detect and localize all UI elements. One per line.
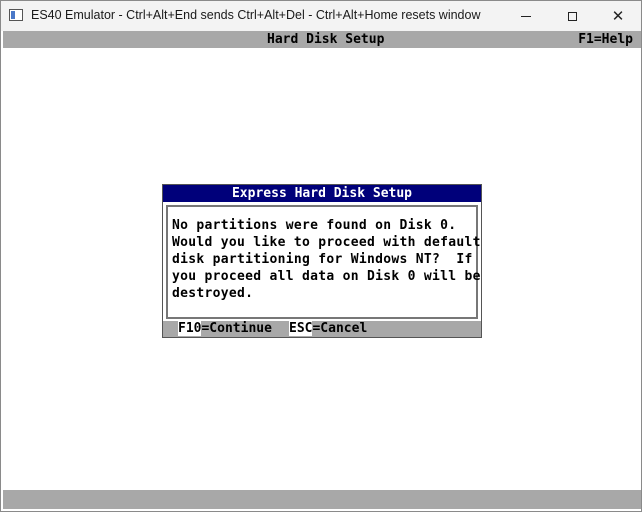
esc-key: ESC [289, 321, 313, 336]
cancel-label: =Cancel [312, 321, 368, 336]
window-title: ES40 Emulator - Ctrl+Alt+End sends Ctrl+… [31, 8, 481, 22]
message-line: No partitions were found on Disk 0. [172, 218, 457, 233]
continue-key-hint[interactable]: F10=Continue [178, 321, 272, 337]
setup-status-bar [3, 490, 641, 509]
emulator-screen[interactable]: Hard Disk Setup F1=Help Express Hard Dis… [1, 31, 641, 511]
dialog-message-box: No partitions were found on Disk 0. Woul… [166, 205, 481, 319]
window-titlebar[interactable]: ES40 Emulator - Ctrl+Alt+End sends Ctrl+… [1, 1, 641, 31]
minimize-icon [521, 15, 531, 17]
app-icon [9, 9, 23, 21]
setup-header-bar: Hard Disk Setup F1=Help [3, 31, 641, 48]
setup-title: Hard Disk Setup [267, 32, 385, 47]
message-line: Would you like to proceed with default [172, 235, 481, 250]
help-hint: F1=Help [578, 32, 633, 47]
dialog-key-bar: F10=Continue ESC=Cancel [163, 321, 481, 337]
minimize-button[interactable] [503, 1, 549, 31]
message-line: destroyed. [172, 286, 254, 301]
message-line: disk partitioning for Windows NT? If [172, 252, 473, 267]
maximize-button[interactable] [549, 1, 595, 31]
maximize-icon [567, 11, 577, 21]
close-icon: ✕ [611, 8, 625, 25]
cancel-key-hint[interactable]: ESC=Cancel [289, 321, 367, 337]
message-line: you proceed all data on Disk 0 will be [172, 269, 481, 284]
close-button[interactable]: ✕ [595, 1, 641, 31]
emulator-window: ES40 Emulator - Ctrl+Alt+End sends Ctrl+… [0, 0, 642, 512]
dialog-title: Express Hard Disk Setup [163, 185, 481, 202]
express-setup-dialog: Express Hard Disk Setup No partitions we… [162, 184, 482, 338]
f10-key: F10 [178, 321, 202, 336]
continue-label: =Continue [201, 321, 272, 336]
